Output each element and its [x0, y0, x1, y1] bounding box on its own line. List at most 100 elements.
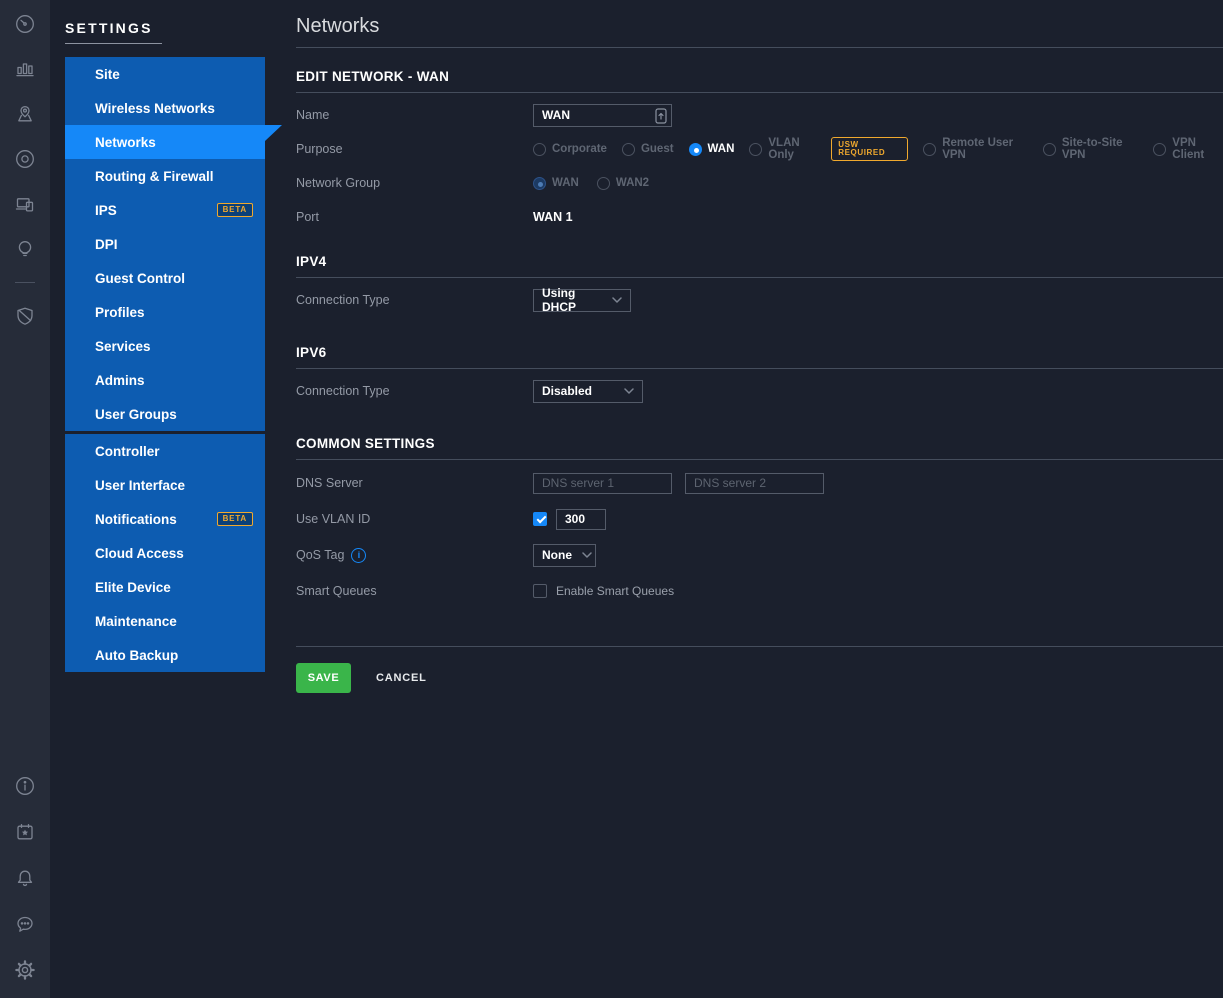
sidebar-item-cloud-access[interactable]: Cloud Access	[65, 536, 265, 570]
settings-title-rule	[65, 43, 162, 44]
insights-icon[interactable]	[13, 237, 37, 261]
port-label: Port	[296, 210, 319, 224]
radio-vlan-only: VLAN Only	[749, 137, 820, 161]
sidebar-item-controller[interactable]: Controller	[65, 434, 265, 468]
sidebar-item-wireless-networks[interactable]: Wireless Networks	[65, 91, 265, 125]
sidebar-item-guest-control[interactable]: Guest Control	[65, 261, 265, 295]
rail-bottom-group	[13, 774, 37, 998]
sidebar-item-notifications[interactable]: Notifications BETA	[65, 502, 265, 536]
sidebar-item-dpi[interactable]: DPI	[65, 227, 265, 261]
usw-required-badge: USW REQUIRED	[831, 137, 909, 161]
settings-icon[interactable]	[13, 958, 37, 982]
radio-remote-user-vpn: Remote User VPN	[923, 137, 1028, 161]
ipv6-section-title: IPV6	[296, 345, 1223, 369]
name-label: Name	[296, 108, 330, 122]
network-group-label: Network Group	[296, 176, 381, 190]
sidebar-item-routing-firewall[interactable]: Routing & Firewall	[65, 159, 265, 193]
radio-site-to-site-vpn: Site-to-Site VPN	[1042, 137, 1138, 161]
smart-queues-checkbox[interactable]	[533, 584, 547, 598]
ipv4-connection-type-select[interactable]: Using DHCP	[533, 286, 631, 314]
qos-tag-label-wrap: QoS Tag i	[296, 547, 533, 563]
threat-management-icon[interactable]	[13, 304, 37, 328]
notifications-icon[interactable]	[13, 866, 37, 890]
rail-top-group	[13, 0, 37, 328]
sidebar-item-ips[interactable]: IPS BETA	[65, 193, 265, 227]
smart-queues-label: Smart Queues	[296, 584, 377, 598]
rail-divider	[15, 282, 35, 283]
clients-icon[interactable]	[13, 192, 37, 216]
dns-inputs	[533, 472, 824, 494]
vlan-id-checkbox[interactable]	[533, 512, 547, 526]
chat-icon[interactable]	[13, 912, 37, 936]
devices-icon[interactable]	[13, 147, 37, 171]
qos-info-icon[interactable]: i	[351, 547, 367, 563]
radio-guest: Guest	[621, 142, 674, 156]
port-value: WAN 1	[533, 210, 573, 224]
smart-queues-controls: Enable Smart Queues	[533, 584, 674, 598]
sidebar-item-services[interactable]: Services	[65, 329, 265, 363]
settings-title: SETTINGS	[65, 20, 153, 36]
page-title: Networks	[296, 15, 380, 37]
smart-queues-checkbox-label: Enable Smart Queues	[556, 584, 675, 598]
network-group-row: Network Group WAN WAN2	[296, 166, 1223, 200]
name-row: Name	[296, 98, 1223, 132]
purpose-row: Purpose Corporate Guest WAN VLAN Only US…	[296, 132, 1223, 166]
statistics-icon[interactable]	[13, 57, 37, 81]
dns-server-label: DNS Server	[296, 476, 363, 490]
radio-network-group-wan: WAN	[533, 176, 579, 190]
ipv4-section-title: IPV4	[296, 254, 1223, 278]
ipv6-connection-type-select[interactable]: Disabled	[533, 379, 643, 403]
cancel-button[interactable]: CANCEL	[370, 671, 433, 685]
qos-tag-select[interactable]: None	[533, 543, 596, 567]
purpose-label: Purpose	[296, 142, 343, 156]
header-divider	[296, 47, 1223, 48]
save-button[interactable]: SAVE	[296, 663, 351, 693]
vlan-id-row: Use VLAN ID	[296, 501, 1223, 537]
sidebar-item-user-interface[interactable]: User Interface	[65, 468, 265, 502]
sidebar-item-site[interactable]: Site	[65, 57, 265, 91]
purpose-options: Corporate Guest WAN VLAN Only USW REQUIR…	[533, 137, 1223, 161]
sidebar-item-networks[interactable]: Networks	[65, 125, 282, 159]
edit-network-section-title: EDIT NETWORK - WAN	[296, 69, 1223, 93]
network-group-options: WAN WAN2	[533, 176, 649, 190]
whats-new-icon[interactable]	[13, 820, 37, 844]
info-icon[interactable]	[13, 774, 37, 798]
smart-queues-row: Smart Queues Enable Smart Queues	[296, 573, 1223, 609]
radio-network-group-wan2: WAN2	[596, 176, 649, 190]
map-icon[interactable]	[13, 102, 37, 126]
sidebar-item-elite-device[interactable]: Elite Device	[65, 570, 265, 604]
settings-sidebar: SETTINGS Site Wireless Networks Networks…	[50, 0, 296, 672]
radio-vpn-client: VPN Client	[1153, 137, 1223, 161]
sidebar-item-maintenance[interactable]: Maintenance	[65, 604, 265, 638]
chevron-down-icon	[582, 552, 592, 558]
sidebar-item-user-groups[interactable]: User Groups	[65, 397, 265, 431]
beta-badge: BETA	[216, 203, 253, 217]
sidebar-item-profiles[interactable]: Profiles	[65, 295, 265, 329]
vlan-id-label: Use VLAN ID	[296, 512, 371, 526]
radio-corporate: Corporate	[533, 142, 607, 156]
dashboard-icon[interactable]	[13, 12, 37, 36]
autofill-icon[interactable]	[655, 107, 667, 124]
ipv4-connection-type-row: Connection Type Using DHCP	[296, 283, 1223, 317]
qos-tag-label: QoS Tag	[296, 548, 345, 562]
sidebar-item-auto-backup[interactable]: Auto Backup	[65, 638, 265, 672]
chevron-down-icon	[624, 388, 634, 394]
dns-server-1-input[interactable]	[533, 472, 672, 494]
chevron-down-icon	[612, 297, 622, 303]
port-row: Port WAN 1	[296, 200, 1223, 234]
radio-wan[interactable]: WAN	[688, 142, 734, 156]
vlan-id-controls	[533, 508, 606, 530]
vlan-id-input[interactable]	[556, 508, 606, 530]
icon-rail	[0, 0, 50, 998]
beta-badge: BETA	[216, 512, 253, 526]
name-input[interactable]	[533, 103, 672, 127]
dns-server-row: DNS Server	[296, 465, 1223, 501]
main-content: Networks EDIT NETWORK - WAN Name Purpose…	[296, 0, 1223, 693]
ipv6-connection-type-row: Connection Type Disabled	[296, 374, 1223, 408]
ipv6-connection-type-label: Connection Type	[296, 384, 390, 398]
sidebar-item-admins[interactable]: Admins	[65, 363, 265, 397]
actions-divider	[296, 646, 1223, 647]
settings-menu: Site Wireless Networks Networks Routing …	[65, 57, 282, 672]
dns-server-2-input[interactable]	[685, 472, 824, 494]
ipv4-connection-type-label: Connection Type	[296, 293, 390, 307]
